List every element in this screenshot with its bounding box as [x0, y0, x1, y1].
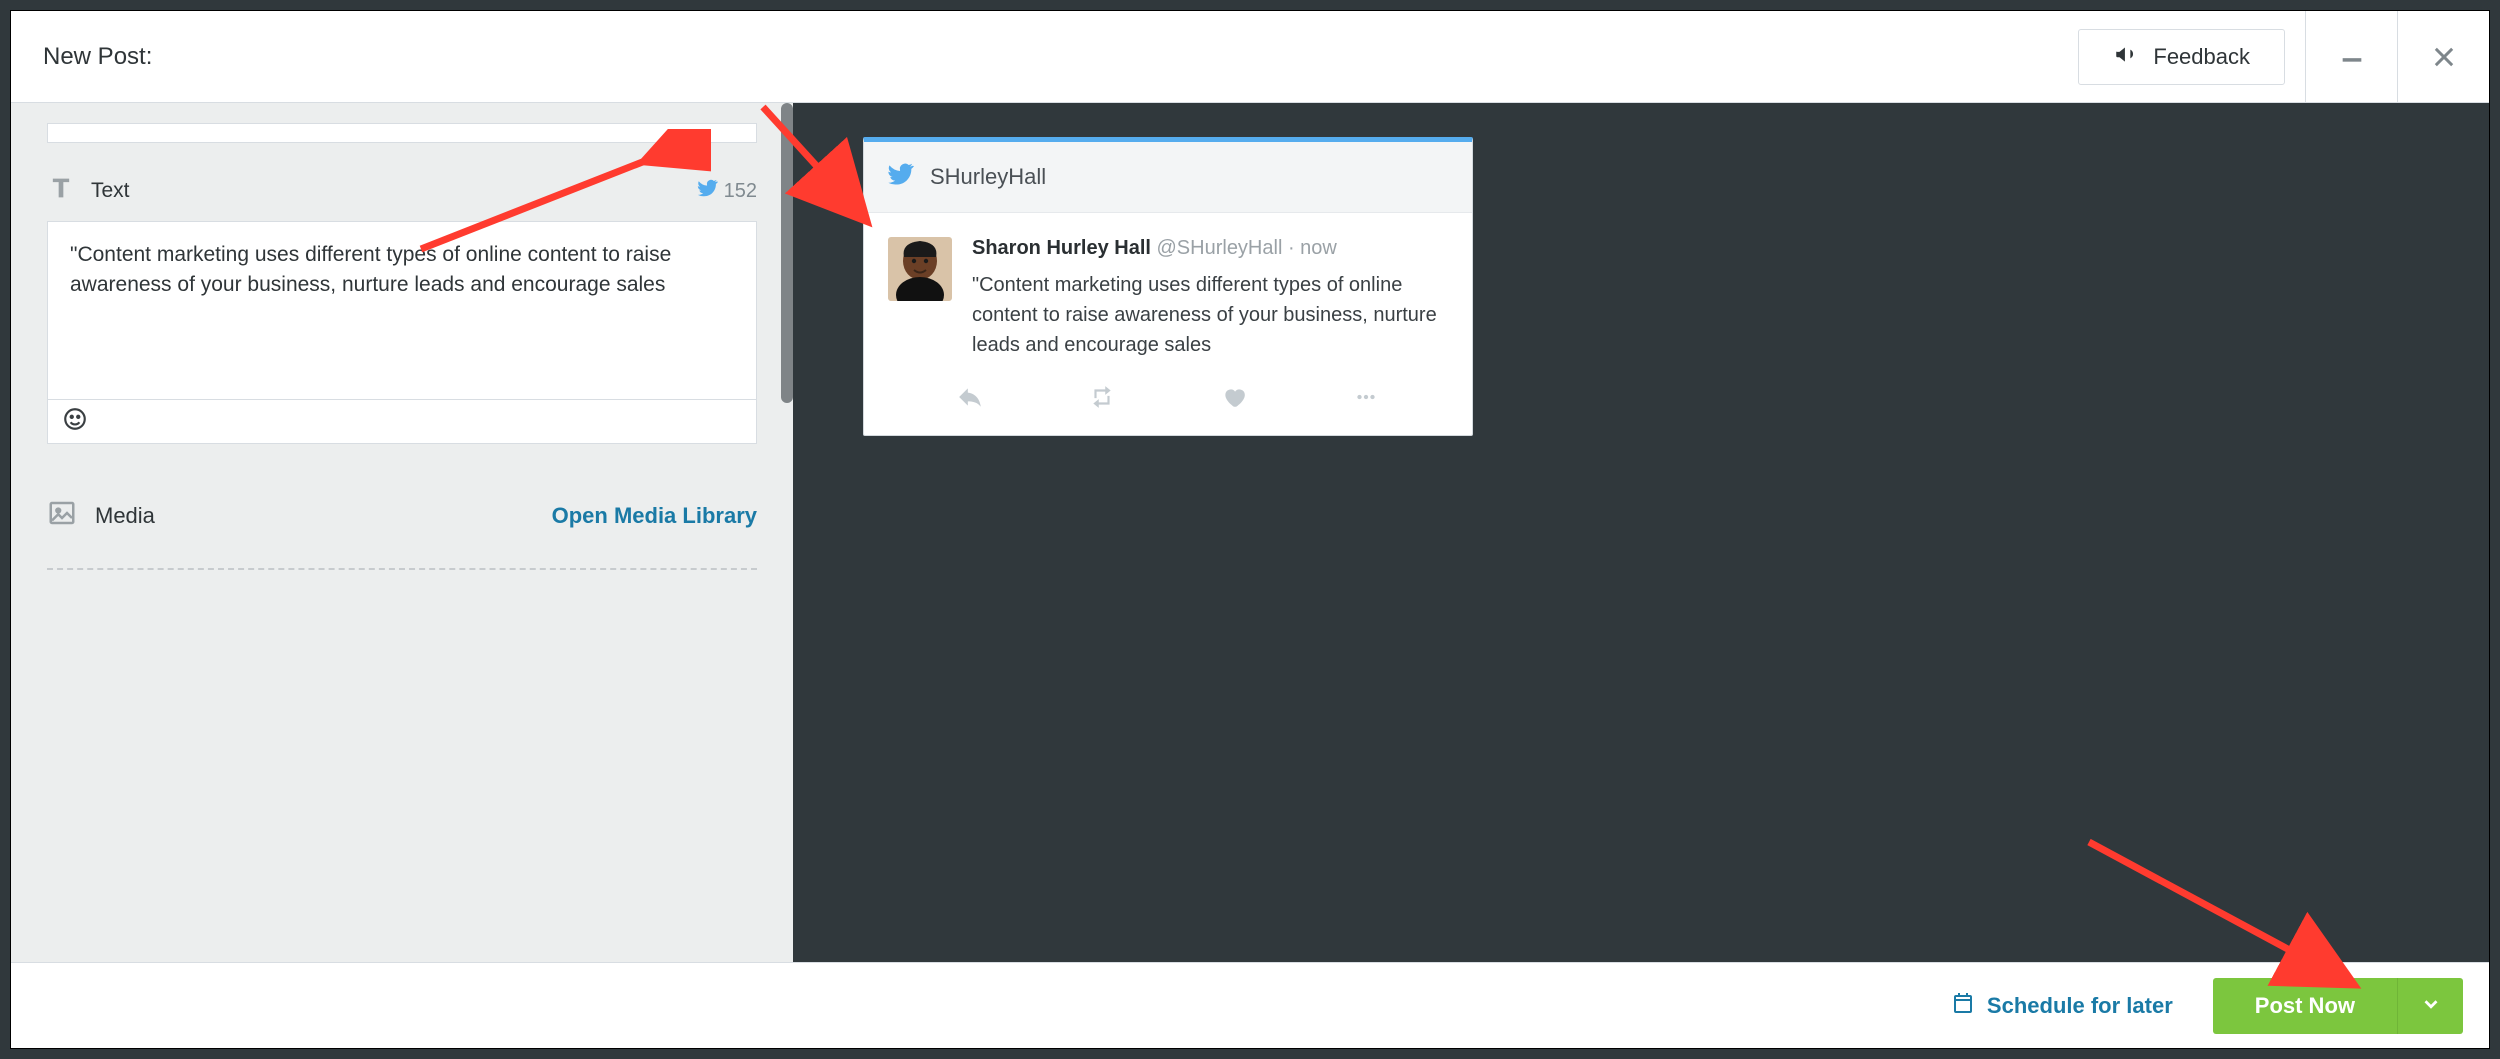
reply-icon[interactable]: [957, 384, 983, 415]
post-now-button[interactable]: Post Now: [2213, 978, 2397, 1034]
image-icon: [47, 498, 77, 534]
character-counter: 152: [696, 177, 757, 205]
schedule-for-later-button[interactable]: Schedule for later: [1951, 991, 2173, 1021]
tweet-preview-header: SHurleyHall: [864, 142, 1472, 213]
tweet-body: Sharon Hurley Hall @SHurleyHall · now "C…: [864, 213, 1472, 370]
avatar: [888, 237, 952, 301]
feedback-label: Feedback: [2153, 44, 2250, 70]
tweet-actions: [864, 370, 1472, 435]
megaphone-icon: [2113, 41, 2139, 73]
scrollbar[interactable]: [781, 103, 793, 403]
chevron-down-icon: [2420, 993, 2442, 1018]
modal-header: New Post: Feedback: [11, 11, 2489, 103]
preview-account-handle: SHurleyHall: [930, 164, 1046, 190]
display-name: Sharon Hurley Hall: [972, 237, 1151, 259]
tweet-preview: SHurleyHall: [863, 137, 1473, 436]
username: @SHurleyHall: [1157, 237, 1283, 259]
tweet-content: "Content marketing uses different types …: [972, 270, 1448, 360]
close-button[interactable]: [2397, 11, 2489, 102]
feedback-button[interactable]: Feedback: [2078, 29, 2285, 85]
calendar-icon: [1951, 991, 1975, 1021]
timestamp: now: [1300, 237, 1337, 259]
text-section-header: Text 152: [47, 171, 757, 211]
like-icon[interactable]: [1221, 384, 1247, 415]
text-type-icon: [47, 174, 75, 208]
post-button-group: Post Now: [2213, 978, 2463, 1034]
more-icon[interactable]: [1353, 384, 1379, 415]
preview-panel: SHurleyHall: [793, 103, 2489, 962]
modal-title: New Post:: [43, 43, 152, 71]
schedule-label: Schedule for later: [1987, 993, 2173, 1019]
new-post-modal: New Post: Feedback: [10, 10, 2490, 1049]
modal-footer: Schedule for later Post Now: [11, 962, 2489, 1048]
emoji-picker-button[interactable]: [62, 419, 88, 436]
previous-section-stub: [47, 123, 757, 143]
open-media-library-link[interactable]: Open Media Library: [552, 503, 757, 529]
header-actions: Feedback: [2058, 11, 2489, 102]
modal-body: Text 152: [11, 103, 2489, 962]
media-section-label: Media: [95, 503, 155, 529]
retweet-icon[interactable]: [1089, 384, 1115, 415]
text-editor: [47, 221, 757, 444]
post-options-dropdown[interactable]: [2397, 978, 2463, 1034]
text-section-label: Text: [91, 179, 130, 203]
minimize-button[interactable]: [2305, 11, 2397, 102]
twitter-icon: [696, 177, 718, 205]
tweet-meta: Sharon Hurley Hall @SHurleyHall · now: [972, 237, 1448, 260]
media-section-header: Media Open Media Library: [47, 498, 757, 534]
twitter-icon: [886, 160, 914, 194]
media-dropzone-edge: [47, 568, 757, 574]
char-count-value: 152: [724, 180, 757, 203]
compose-panel: Text 152: [11, 103, 793, 962]
post-text-input[interactable]: [48, 222, 756, 394]
